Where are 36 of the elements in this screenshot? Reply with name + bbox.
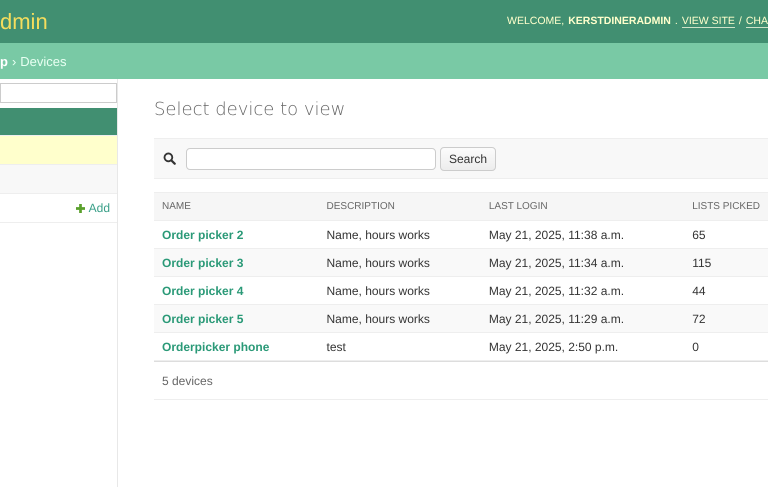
search-field[interactable] [186,148,436,170]
header-link[interactable]: CHA [746,15,768,28]
filter-field[interactable] [0,83,117,103]
column-header[interactable]: LAST LOGIN [480,192,684,220]
table-cell: 115 [684,248,768,276]
result-count: 5 devices [154,361,768,400]
search-button[interactable]: Search [440,146,496,170]
column-header[interactable]: DESCRIPTION [318,192,481,220]
table-cell: May 21, 2025, 11:29 a.m. [480,304,684,332]
breadcrumb-item: Devices [20,54,67,68]
welcome-text: WELCOME, [507,15,564,28]
device-link[interactable]: Orderpicker phone [162,340,270,354]
separator-text: / [738,15,742,28]
user-name: KERSTDINERADMIN [568,15,671,28]
page-title: Select device to view [154,99,346,120]
table-cell: Name, hours works [318,304,481,332]
column-header[interactable]: NAME [154,192,319,220]
sidebar-row[interactable] [0,165,117,194]
device-link[interactable]: Order picker 2 [162,228,244,242]
column-header[interactable]: LISTS PICKED [684,192,768,220]
table-cell: Name, hours works [318,248,481,276]
table-cell: May 21, 2025, 11:34 a.m. [480,248,684,276]
header-link[interactable]: VIEW SITE [682,15,735,28]
plus-icon [76,204,85,212]
site-title: dmin [0,8,48,34]
table-cell: 0 [684,332,768,360]
table-cell: 72 [684,304,768,332]
separator-text: . [674,15,678,28]
sidebar-row[interactable] [0,136,117,165]
table-cell: test [318,332,481,360]
breadcrumb-item[interactable]: p [0,54,8,68]
table-cell: May 21, 2025, 2:50 p.m. [480,332,684,360]
add-link[interactable]: Add [88,201,117,215]
search-icon [163,152,176,165]
device-link[interactable]: Order picker 4 [162,284,244,298]
breadcrumb-separator: › [12,54,16,68]
